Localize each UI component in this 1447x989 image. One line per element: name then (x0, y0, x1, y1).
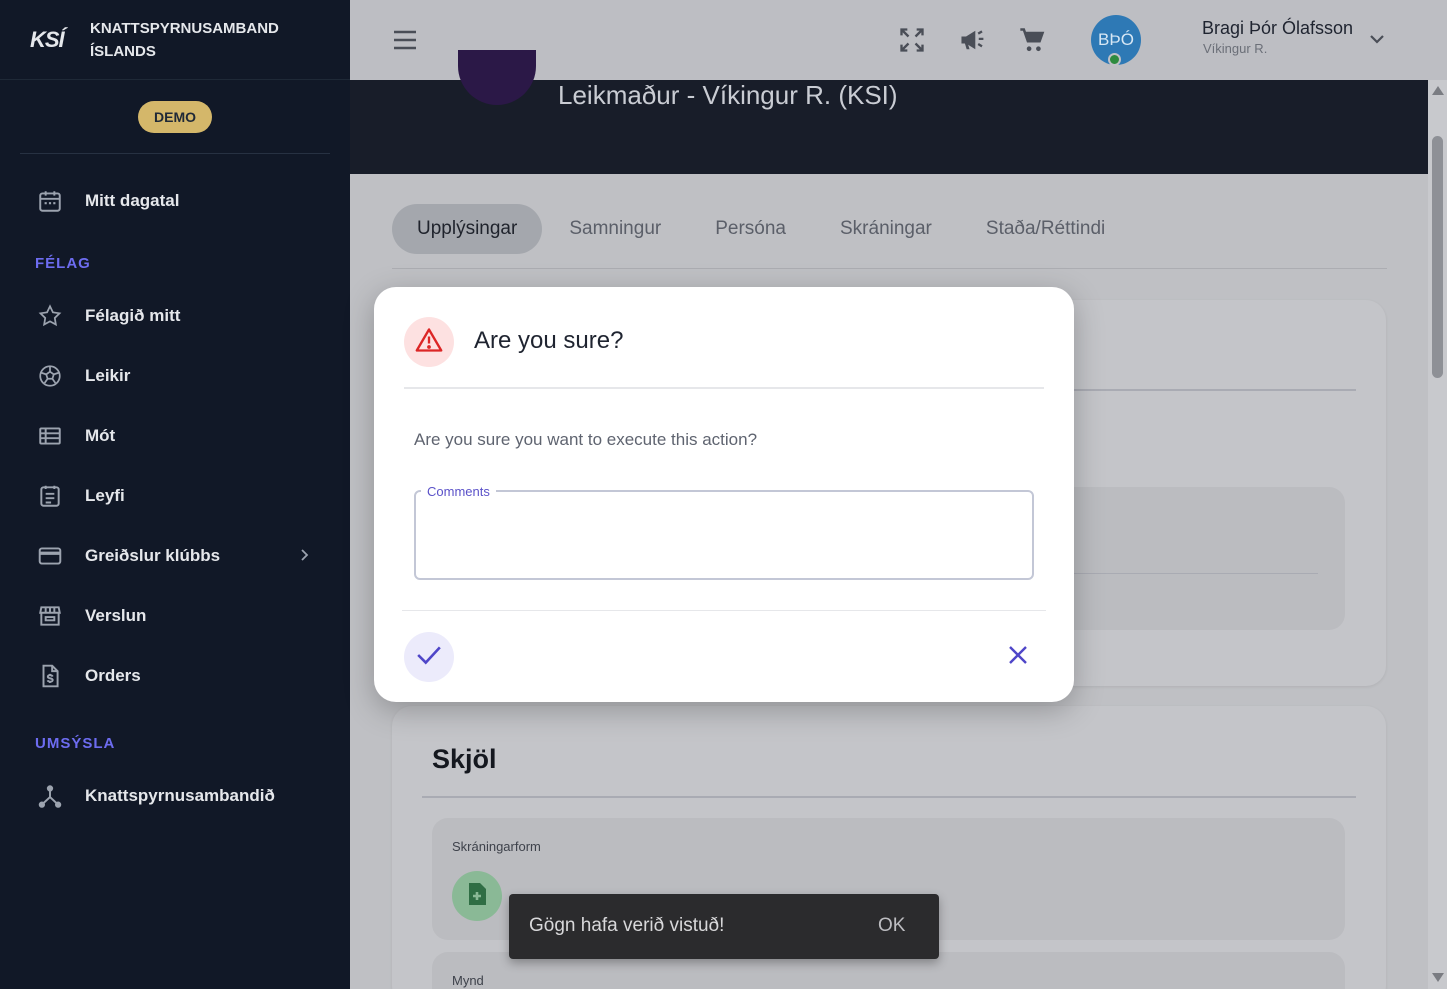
file-add-icon (466, 882, 488, 911)
store-icon (35, 601, 65, 631)
warning-triangle-icon (415, 327, 443, 358)
scroll-thumb[interactable] (1432, 136, 1443, 378)
brand[interactable]: KSÍ KNATTSPYRNUSAMBAND ÍSLANDS (0, 0, 350, 80)
sidebar: KSÍ KNATTSPYRNUSAMBAND ÍSLANDS DEMO Mitt… (0, 0, 350, 989)
chevron-down-icon[interactable] (1368, 30, 1386, 53)
page-scrollbar[interactable] (1428, 80, 1447, 989)
sidebar-item-mitt-dagatal[interactable]: Mitt dagatal (35, 186, 179, 216)
tab-skraningar[interactable]: Skráningar (813, 204, 959, 254)
tab-bar: Upplýsingar Samningur Persóna Skráningar… (392, 204, 1132, 254)
invoice-icon (35, 661, 65, 691)
confirm-button[interactable] (404, 632, 454, 682)
hamburger-menu-icon[interactable] (392, 28, 418, 57)
sidebar-item-label: Orders (85, 666, 141, 685)
profile-avatar (458, 50, 536, 105)
sidebar-item-knattspyrnusambandid[interactable]: Knattspyrnusambandið (35, 781, 275, 811)
comments-field[interactable] (414, 490, 1034, 580)
chevron-right-icon (298, 548, 310, 567)
brand-name-line2: ÍSLANDS (90, 42, 156, 60)
scroll-up-arrow[interactable] (1432, 86, 1444, 95)
sidebar-item-greidslur-klubbs[interactable]: Greiðslur klúbbs (35, 541, 220, 571)
demo-badge: DEMO (138, 100, 212, 133)
photo-label: Mynd (452, 973, 484, 988)
sidebar-item-label: Knattspyrnusambandið (85, 786, 275, 805)
ksi-logo: KSÍ (30, 26, 65, 52)
dialog-title: Are you sure? (474, 327, 624, 354)
calendar-icon (35, 186, 65, 216)
dialog-divider (404, 387, 1044, 389)
brand-name: KNATTSPYRNUSAMBAND ÍSLANDS (90, 17, 279, 63)
dialog-footer-divider (402, 610, 1046, 611)
sidebar-item-label: Verslun (85, 606, 147, 625)
tab-stada-rettindi[interactable]: Staða/Réttindi (959, 204, 1132, 254)
document-list-icon (35, 481, 65, 511)
list-table-icon (35, 421, 65, 451)
comments-label: Comments (421, 484, 496, 499)
sidebar-item-label: Mót (85, 426, 116, 445)
credit-card-icon (35, 541, 65, 571)
soccer-ball-icon (35, 361, 65, 391)
user-name[interactable]: Bragi Þór Ólafsson (1202, 18, 1353, 39)
user-club: Víkingur R. (1203, 41, 1268, 56)
add-document-button[interactable] (452, 871, 502, 921)
demo-area: DEMO (20, 80, 330, 154)
section-felag: FÉLAG (35, 255, 91, 272)
snackbar-message: Gögn hafa verið vistuð! (529, 915, 725, 936)
sidebar-item-label: Leyfi (85, 486, 125, 505)
sidebar-item-orders[interactable]: Orders (35, 661, 141, 691)
sidebar-item-label: Greiðslur klúbbs (85, 546, 221, 565)
sidebar-item-felagid-mitt[interactable]: Félagið mitt (35, 301, 180, 331)
snackbar: Gögn hafa verið vistuð! OK (509, 894, 939, 959)
brand-name-line1: KNATTSPYRNUSAMBAND (90, 19, 279, 37)
tab-persona[interactable]: Persóna (688, 204, 813, 254)
snackbar-ok-button[interactable]: OK (878, 915, 905, 937)
sidebar-item-label: Leikir (85, 366, 131, 385)
registration-form-label: Skráningarform (452, 839, 541, 854)
profile-header: Leikmaður - Víkingur R. (KSI) (350, 50, 1428, 174)
sidebar-item-mot[interactable]: Mót (35, 421, 115, 451)
sidebar-item-verslun[interactable]: Verslun (35, 601, 146, 631)
tabs-divider (392, 268, 1387, 269)
star-icon (35, 301, 65, 331)
tab-upplysingar[interactable]: Upplýsingar (392, 204, 543, 254)
scroll-down-arrow[interactable] (1432, 973, 1444, 982)
documents-title: Skjöl (432, 744, 497, 774)
close-icon (1007, 644, 1029, 671)
warning-badge (404, 317, 454, 367)
sidebar-item-label: Félagið mitt (85, 306, 181, 325)
sidebar-item-leikir[interactable]: Leikir (35, 361, 130, 391)
card-divider (422, 796, 1356, 798)
sidebar-item-leyfi[interactable]: Leyfi (35, 481, 125, 511)
dialog-message: Are you sure you want to execute this ac… (414, 430, 758, 449)
megaphone-icon[interactable] (958, 26, 988, 59)
check-icon (416, 644, 442, 671)
sidebar-item-label: Mitt dagatal (85, 191, 180, 210)
cart-icon[interactable] (1018, 26, 1046, 59)
fullscreen-icon[interactable] (898, 26, 926, 59)
online-status-dot (1108, 53, 1121, 66)
hierarchy-icon (35, 781, 65, 811)
page-title: Leikmaður - Víkingur R. (KSI) (558, 80, 898, 110)
cancel-button[interactable] (1002, 641, 1034, 673)
confirm-dialog: Are you sure? Are you sure you want to e… (374, 287, 1074, 702)
tab-samningur[interactable]: Samningur (542, 204, 688, 254)
section-umsysla: UMSÝSLA (35, 735, 116, 752)
